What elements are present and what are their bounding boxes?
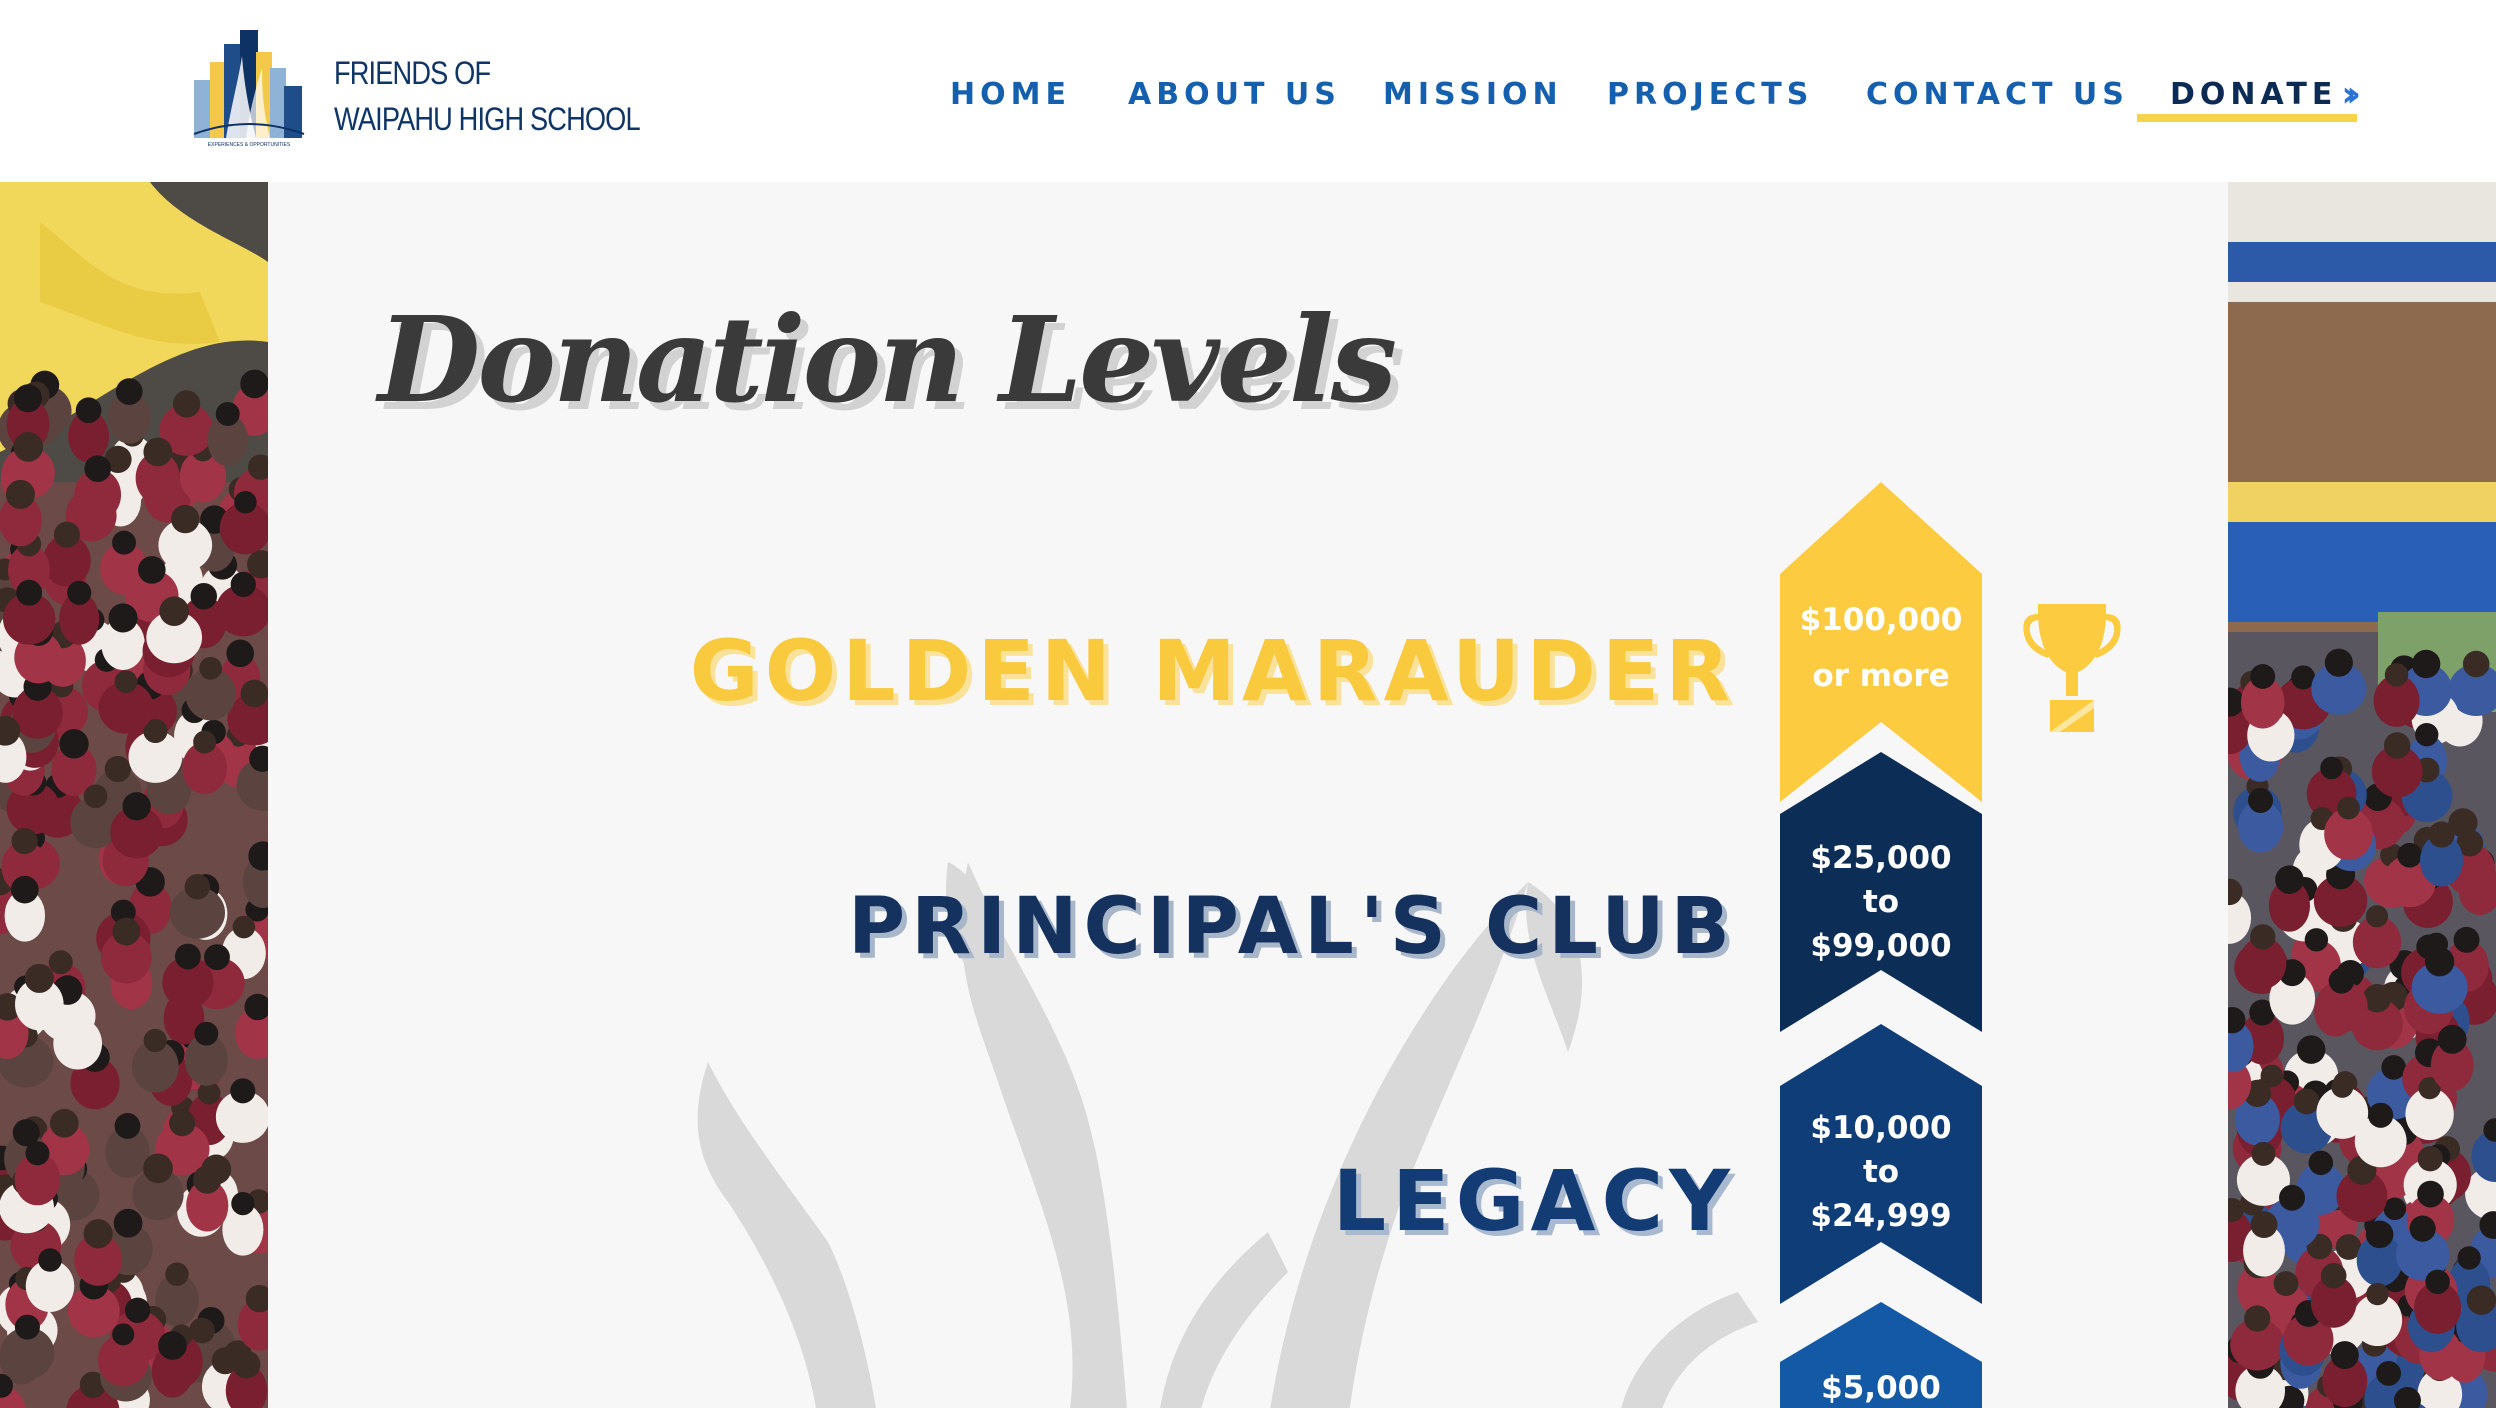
level-3-line-3: $24,999 [1810, 1198, 1952, 1234]
svg-text:EXPERIENCES & OPPORTUNITIES: EXPERIENCES & OPPORTUNITIES [208, 142, 291, 148]
level-1-line-1: $100,000 [1799, 602, 1963, 638]
nav-home[interactable]: HOME [950, 72, 1071, 118]
right-photo-crowd [2228, 182, 2496, 1408]
main-nav: HOME ABOUT US MISSION PROJECTS CONTACT U… [0, 72, 2496, 122]
double-chevron-right-icon: ›› [2341, 74, 2360, 115]
level-amount-chevron-3: $10,000 to $24,999 [1780, 1024, 1982, 1304]
nav-donate[interactable]: DONATE ›› [2170, 72, 2361, 118]
level-name-golden-marauder: GOLDEN MARAUDER [689, 622, 1736, 720]
level-amount-chevron-4: $5,000 [1780, 1302, 1982, 1408]
level-name-principals-club: PRINCIPAL'S CLUB [847, 882, 1736, 972]
level-2-line-3: $99,000 [1810, 928, 1952, 964]
level-name-legacy: LEGACY [1332, 1152, 1736, 1250]
level-4-amount: $5,000 [1821, 1370, 1941, 1406]
nav-projects[interactable]: PROJECTS [1607, 72, 1813, 118]
nav-donate-label: DONATE [2170, 77, 2338, 112]
level-1-line-2: or more [1812, 658, 1950, 694]
level-3-line-1: $10,000 [1810, 1110, 1952, 1146]
crowd-photo-left [0, 182, 268, 1408]
crowd-photo-right [2228, 182, 2496, 1408]
trophy-icon [2023, 604, 2121, 732]
nav-mission[interactable]: MISSION [1383, 72, 1563, 118]
level-1-amount: $100,000 or more [1780, 592, 1982, 704]
level-2-amount: $25,000 to $99,000 [1780, 836, 1982, 968]
left-photo-crowd [0, 182, 268, 1408]
level-2-line-1: $25,000 [1810, 840, 1952, 876]
site-header: EXPERIENCES & OPPORTUNITIES FRIENDS OF W… [0, 0, 2496, 182]
level-2-line-2: to [1862, 884, 1900, 920]
nav-contact-us[interactable]: CONTACT US [1866, 72, 2129, 118]
nav-about-us[interactable]: ABOUT US [1128, 72, 1341, 118]
page-title: Donation Levels [378, 290, 1397, 429]
donation-levels-panel: Donation Levels GOLDEN MARAUDER PRINCIPA… [268, 182, 2228, 1408]
level-3-line-2: to [1862, 1154, 1900, 1190]
level-amount-chevron-1: $100,000 or more [1780, 482, 1982, 802]
level-3-amount: $10,000 to $24,999 [1780, 1106, 1982, 1238]
